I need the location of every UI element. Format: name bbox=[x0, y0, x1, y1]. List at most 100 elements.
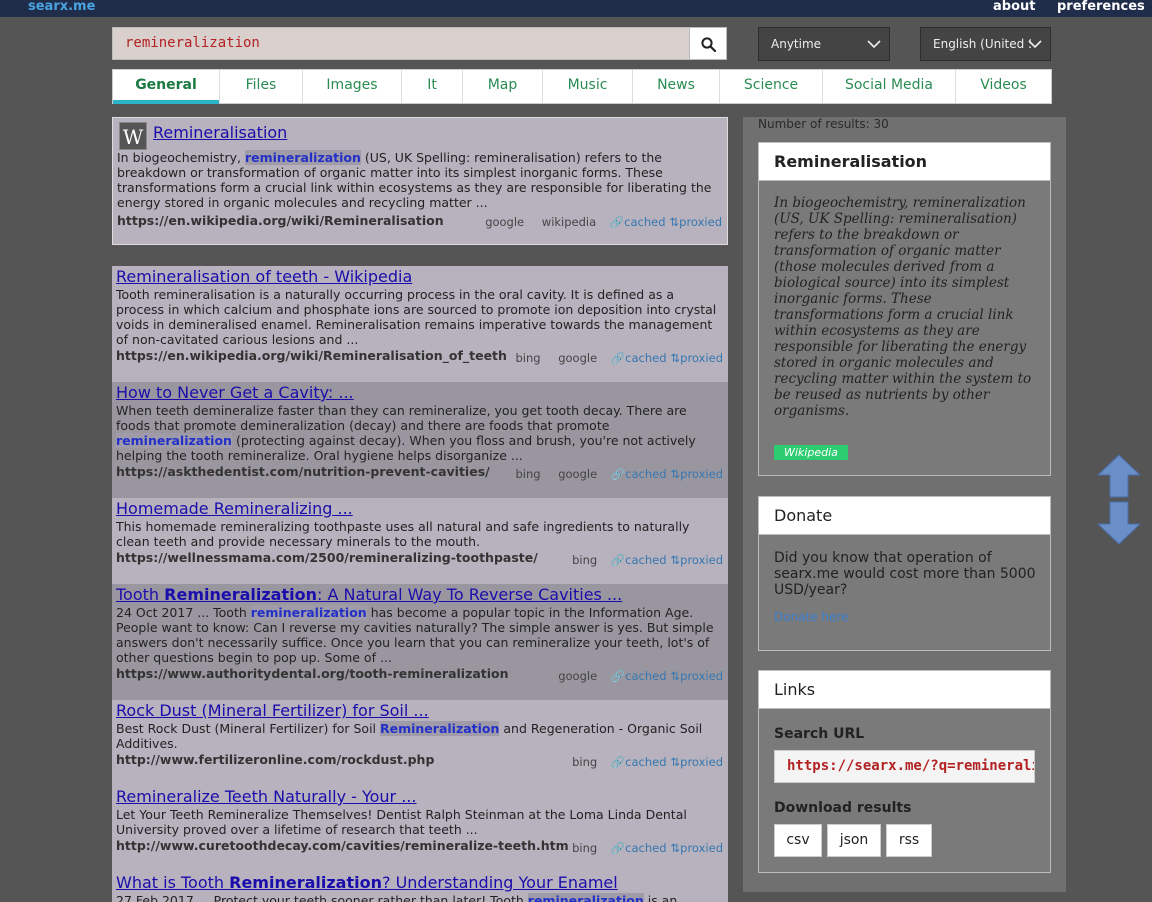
proxied-link[interactable]: ⇅proxied bbox=[670, 215, 722, 229]
proxied-link[interactable]: ⇅proxied bbox=[671, 553, 723, 567]
result-title-link[interactable]: What is Tooth Remineralization? Understa… bbox=[116, 873, 618, 892]
proxied-link[interactable]: ⇅proxied bbox=[671, 755, 723, 769]
download-rss-button[interactable]: rss bbox=[886, 824, 932, 857]
infobox: Remineralisation In biogeochemistry, rem… bbox=[758, 142, 1051, 476]
result-meta: bing google 🔗cached ⇅proxied bbox=[501, 351, 723, 365]
result-meta: google wikipedia 🔗cached ⇅proxied bbox=[471, 215, 722, 229]
result-snippet: 24 Oct 2017 ... Tooth remineralization h… bbox=[116, 605, 714, 665]
tab-files[interactable]: Files bbox=[220, 70, 303, 103]
engine-label: google bbox=[558, 669, 598, 683]
top-bar: searx.me about preferences bbox=[0, 0, 1152, 17]
result-item: Tooth Remineralization: A Natural Way To… bbox=[112, 584, 728, 700]
result-meta: bing google 🔗cached ⇅proxied bbox=[501, 467, 723, 481]
tab-it[interactable]: It bbox=[402, 70, 463, 103]
donate-text: Did you know that operation of searx.me … bbox=[774, 550, 1036, 598]
engine-label: google bbox=[485, 215, 525, 229]
language-select[interactable]: English (United States) bbox=[920, 27, 1051, 61]
download-csv-button[interactable]: csv bbox=[774, 824, 822, 857]
tab-science[interactable]: Science bbox=[720, 70, 823, 103]
result-meta: bing 🔗cached ⇅proxied bbox=[558, 841, 723, 855]
result-url: http://www.curetoothdecay.com/cavities/r… bbox=[116, 838, 569, 853]
tab-news[interactable]: News bbox=[633, 70, 720, 103]
result-meta: bing 🔗cached ⇅proxied bbox=[558, 755, 723, 769]
links-box: Links Search URL https://searx.me/?q=rem… bbox=[758, 670, 1051, 873]
result-url: https://en.wikipedia.org/wiki/Reminerali… bbox=[116, 348, 507, 363]
result-snippet: In biogeochemistry, remineralization (US… bbox=[117, 150, 712, 210]
cached-link[interactable]: 🔗cached bbox=[611, 553, 667, 567]
scroll-down-arrow-icon[interactable] bbox=[1096, 500, 1142, 546]
engine-label: bing bbox=[572, 755, 598, 769]
result-title-link[interactable]: Remineralisation bbox=[153, 123, 287, 142]
number-of-results: Number of results: 30 bbox=[758, 117, 889, 131]
brand-link[interactable]: searx.me bbox=[28, 0, 95, 14]
cached-link[interactable]: 🔗cached bbox=[611, 669, 667, 683]
search-icon bbox=[701, 37, 716, 52]
cached-link[interactable]: 🔗cached bbox=[611, 351, 667, 365]
cached-link[interactable]: 🔗cached bbox=[611, 841, 667, 855]
time-range-select[interactable]: Anytime bbox=[758, 27, 890, 61]
tab-videos[interactable]: Videos bbox=[956, 70, 1051, 103]
result-meta: bing 🔗cached ⇅proxied bbox=[558, 553, 723, 567]
result-item: Homemade Remineralizing ... This homemad… bbox=[112, 498, 728, 584]
result-url: https://en.wikipedia.org/wiki/Reminerali… bbox=[117, 213, 444, 228]
cached-link[interactable]: 🔗cached bbox=[610, 215, 666, 229]
result-title-link[interactable]: How to Never Get a Cavity: ... bbox=[116, 383, 354, 402]
result-snippet: Tooth remineralisation is a naturally oc… bbox=[116, 287, 717, 347]
infobox-title: Remineralisation bbox=[759, 143, 1050, 181]
proxied-link[interactable]: ⇅proxied bbox=[671, 467, 723, 481]
result-title-link[interactable]: Remineralize Teeth Naturally - Your ... bbox=[116, 787, 416, 806]
result-item: What is Tooth Remineralization? Understa… bbox=[112, 872, 728, 902]
result-snippet: This homemade remineralizing toothpaste … bbox=[116, 519, 690, 549]
search-url-label: Search URL bbox=[774, 726, 865, 742]
result-item: W Remineralisation In biogeochemistry, r… bbox=[112, 117, 728, 245]
result-item: Remineralisation of teeth - Wikipedia To… bbox=[112, 266, 728, 382]
result-item: Rock Dust (Mineral Fertilizer) for Soil … bbox=[112, 700, 728, 786]
infobox-source-link[interactable]: Wikipedia bbox=[774, 445, 848, 460]
language-value: English (United States) bbox=[933, 37, 1031, 51]
result-url: https://www.authoritydental.org/tooth-re… bbox=[116, 666, 509, 681]
result-item: Remineralize Teeth Naturally - Your ... … bbox=[112, 786, 728, 872]
tab-social-media[interactable]: Social Media bbox=[823, 70, 956, 103]
tab-map[interactable]: Map bbox=[463, 70, 543, 103]
result-title-link[interactable]: Tooth Remineralization: A Natural Way To… bbox=[116, 585, 622, 604]
result-snippet: 27 Feb 2017 ... Protect your teeth soone… bbox=[116, 893, 720, 902]
scroll-up-arrow-icon[interactable] bbox=[1096, 453, 1142, 499]
engine-label: bing bbox=[572, 553, 598, 567]
proxied-link[interactable]: ⇅proxied bbox=[671, 841, 723, 855]
donate-box: Donate Did you know that operation of se… bbox=[758, 496, 1051, 651]
result-item: How to Never Get a Cavity: ... When teet… bbox=[112, 382, 728, 498]
chevron-down-icon bbox=[867, 40, 881, 49]
result-snippet: When teeth demineralize faster than they… bbox=[116, 403, 696, 463]
search-button[interactable] bbox=[689, 27, 727, 60]
category-tabs: General Files Images It Map Music News S… bbox=[112, 69, 1052, 104]
tab-music[interactable]: Music bbox=[543, 70, 633, 103]
result-meta: google 🔗cached ⇅proxied bbox=[544, 669, 723, 683]
cached-link[interactable]: 🔗cached bbox=[611, 467, 667, 481]
tab-general[interactable]: General bbox=[113, 70, 220, 104]
engine-label: bing bbox=[515, 467, 541, 481]
result-url: https://askthedentist.com/nutrition-prev… bbox=[116, 464, 490, 479]
engine-label: google bbox=[558, 467, 598, 481]
chevron-down-icon bbox=[1028, 40, 1042, 49]
result-title-link[interactable]: Homemade Remineralizing ... bbox=[116, 499, 353, 518]
result-snippet: Best Rock Dust (Mineral Fertilizer) for … bbox=[116, 721, 703, 751]
cached-link[interactable]: 🔗cached bbox=[611, 755, 667, 769]
search-input[interactable]: remineralization bbox=[112, 27, 689, 60]
sidebar: Number of results: 30 Remineralisation I… bbox=[743, 117, 1066, 892]
donate-link[interactable]: Donate here bbox=[774, 610, 848, 624]
proxied-link[interactable]: ⇅proxied bbox=[671, 669, 723, 683]
result-title-link[interactable]: Rock Dust (Mineral Fertilizer) for Soil … bbox=[116, 701, 429, 720]
about-link[interactable]: about bbox=[993, 0, 1035, 14]
time-range-value: Anytime bbox=[771, 37, 822, 51]
search-url-field[interactable]: https://searx.me/?q=remineralization bbox=[774, 750, 1035, 783]
result-url: http://www.fertilizeronline.com/rockdust… bbox=[116, 752, 435, 767]
donate-title: Donate bbox=[759, 497, 1050, 535]
proxied-link[interactable]: ⇅proxied bbox=[671, 351, 723, 365]
tab-images[interactable]: Images bbox=[303, 70, 402, 103]
download-json-button[interactable]: json bbox=[827, 824, 881, 857]
result-title-link[interactable]: Remineralisation of teeth - Wikipedia bbox=[116, 267, 412, 286]
preferences-link[interactable]: preferences bbox=[1057, 0, 1145, 14]
engine-label: google bbox=[558, 351, 598, 365]
engine-label: wikipedia bbox=[541, 215, 597, 229]
links-title: Links bbox=[759, 671, 1050, 709]
